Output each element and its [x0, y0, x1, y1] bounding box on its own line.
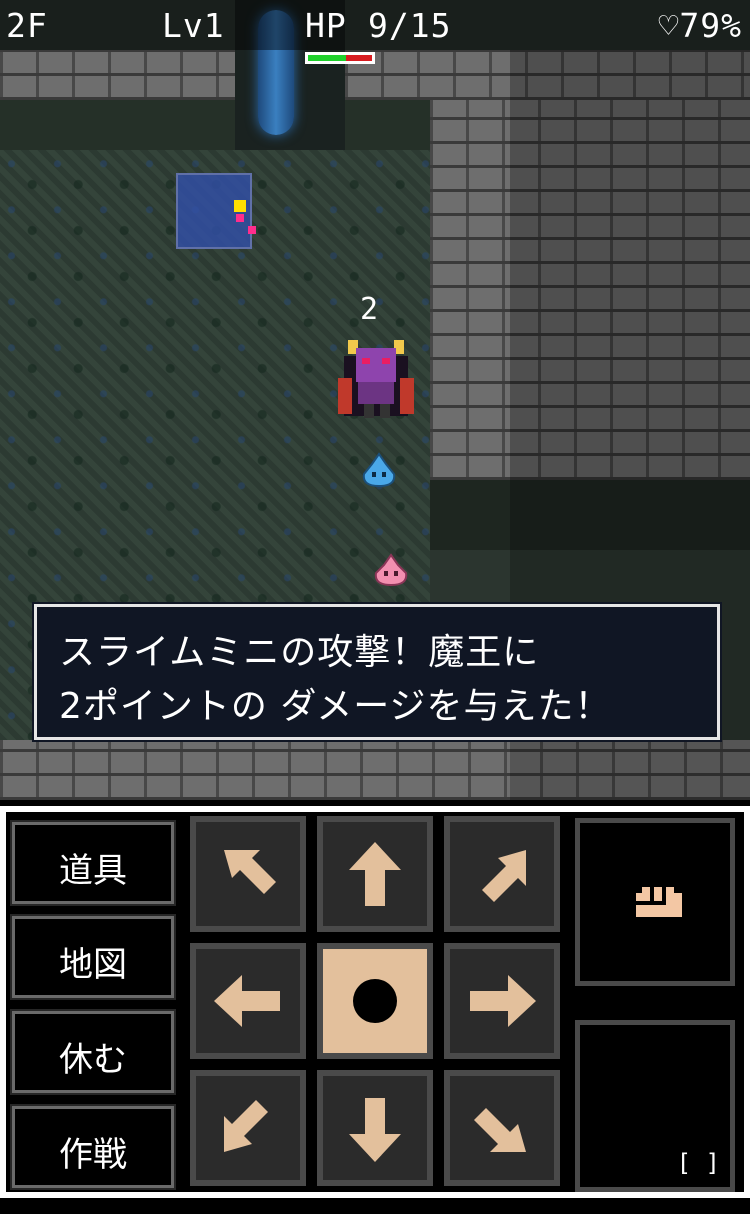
pink-slime-sprite: [374, 553, 408, 587]
move-down-right-button[interactable]: [444, 1070, 560, 1186]
hp-bar-fill: [308, 55, 346, 61]
arrow-right-icon: [470, 975, 536, 1027]
hp-value: 9/15: [368, 6, 452, 45]
hp-bar: [305, 52, 375, 64]
hp-label: HP: [305, 6, 347, 45]
move-right-button[interactable]: [444, 943, 560, 1059]
floor-indicator: 2F: [6, 6, 48, 45]
damage-popup: 2: [360, 292, 379, 327]
satiety-indicator: ♡79%: [658, 6, 742, 45]
floor-shadow: [0, 100, 430, 150]
brick-wall: [0, 50, 235, 100]
message-line-2: 2ポイントの ダメージを与えた！: [59, 686, 612, 727]
bottom-border: [0, 1198, 750, 1214]
message-window: スライムミニの攻撃！魔王に 2ポイントの ダメージを与えた！: [34, 604, 720, 740]
arrow-down-left-icon: [224, 1100, 268, 1152]
rest-button[interactable]: 休む: [10, 1009, 176, 1095]
light-shade: [510, 50, 750, 480]
move-left-button[interactable]: [190, 943, 306, 1059]
arrow-up-right-icon: [482, 850, 526, 902]
rest-label: 休む: [59, 1040, 127, 1080]
level-indicator: Lv1: [162, 6, 225, 45]
map-button[interactable]: 地図: [10, 914, 176, 1000]
arrow-up-icon: [349, 842, 401, 906]
move-up-right-button[interactable]: [444, 816, 560, 932]
items-label: 道具: [59, 851, 127, 891]
arrow-down-right-icon: [474, 1108, 526, 1152]
dungeon-view: 2F Lv1 HP 9/15 ♡79% 2 スライムミニの攻撃！魔王に 2ポイン…: [0, 0, 750, 800]
minimap-enemy-marker: [236, 214, 244, 222]
map-label: 地図: [59, 945, 127, 985]
item-slot-button[interactable]: [ ]: [575, 1020, 735, 1192]
control-panel: 道具 地図 休む 作戦 [ ]: [0, 806, 750, 1198]
wait-button[interactable]: [317, 943, 433, 1059]
attack-button[interactable]: [575, 818, 735, 986]
arrow-up-left-icon: [224, 850, 276, 894]
arrow-left-icon: [214, 975, 280, 1027]
dot-icon: [353, 979, 397, 1023]
tactics-button[interactable]: 作戦: [10, 1104, 176, 1190]
fist-icon: [636, 887, 682, 917]
blue-slime-sprite: [362, 452, 396, 488]
item-slot-label: [ ]: [676, 1149, 720, 1177]
items-button[interactable]: 道具: [10, 820, 176, 906]
move-down-button[interactable]: [317, 1070, 433, 1186]
minimap-enemy-marker: [248, 226, 256, 234]
minimap-player-marker: [234, 200, 246, 212]
move-down-left-button[interactable]: [190, 1070, 306, 1186]
move-up-left-button[interactable]: [190, 816, 306, 932]
move-up-button[interactable]: [317, 816, 433, 932]
arrow-down-icon: [349, 1098, 401, 1162]
tactics-label: 作戦: [59, 1135, 127, 1175]
demon-king-sprite: [338, 340, 414, 418]
message-line-1: スライムミニの攻撃！魔王に: [59, 632, 540, 673]
